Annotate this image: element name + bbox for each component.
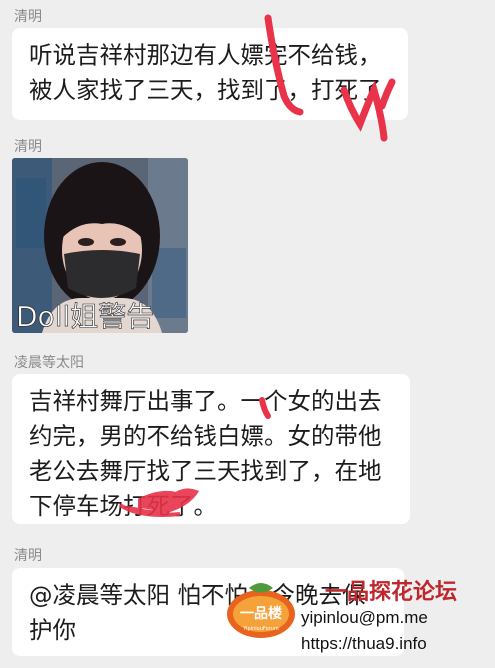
logo-subtext: YipinlouForum — [242, 626, 279, 632]
message-line: 吉祥村舞厅出事了。一个女的出去 — [29, 387, 382, 415]
logo-text: 一品楼 — [240, 605, 282, 622]
sender-name: 凌晨等太阳 — [14, 355, 84, 371]
forum-url[interactable]: https://thua9.info — [301, 634, 427, 654]
sender-name: 清明 — [14, 9, 42, 25]
forum-watermark: 一品楼 YipinlouForum 一品探花论坛 yipinlou@pm.me … — [225, 568, 495, 668]
forum-logo-icon: 一品楼 YipinlouForum — [227, 583, 295, 638]
message-line: 老公去舞厅找了三天找到了，在地 — [29, 457, 382, 485]
message-bubble[interactable]: 吉祥村舞厅出事了。一个女的出去 约完，男的不给钱白嫖。女的带他 老公去舞厅找了三… — [12, 374, 410, 524]
message-line: 约完，男的不给钱白嫖。女的带他 — [29, 422, 382, 450]
forum-name: 一品探花论坛 — [325, 580, 458, 605]
image-message[interactable]: Doll姐警告 — [12, 158, 188, 333]
sender-name: 清明 — [14, 548, 42, 564]
message-line: 听说吉祥村那边有人嫖完不给钱， — [29, 41, 382, 69]
message-bubble[interactable]: 听说吉祥村那边有人嫖完不给钱， 被人家找了三天，找到了，打死了 — [12, 28, 408, 120]
forum-email[interactable]: yipinlou@pm.me — [301, 608, 428, 628]
image-caption: Doll姐警告 — [16, 300, 154, 333]
message-line: 被人家找了三天，找到了，打死了 — [29, 76, 382, 104]
meme-image: Doll姐警告 — [12, 158, 188, 333]
sender-name: 清明 — [14, 139, 42, 155]
message-line: 下停车场打死了。 — [29, 492, 217, 520]
